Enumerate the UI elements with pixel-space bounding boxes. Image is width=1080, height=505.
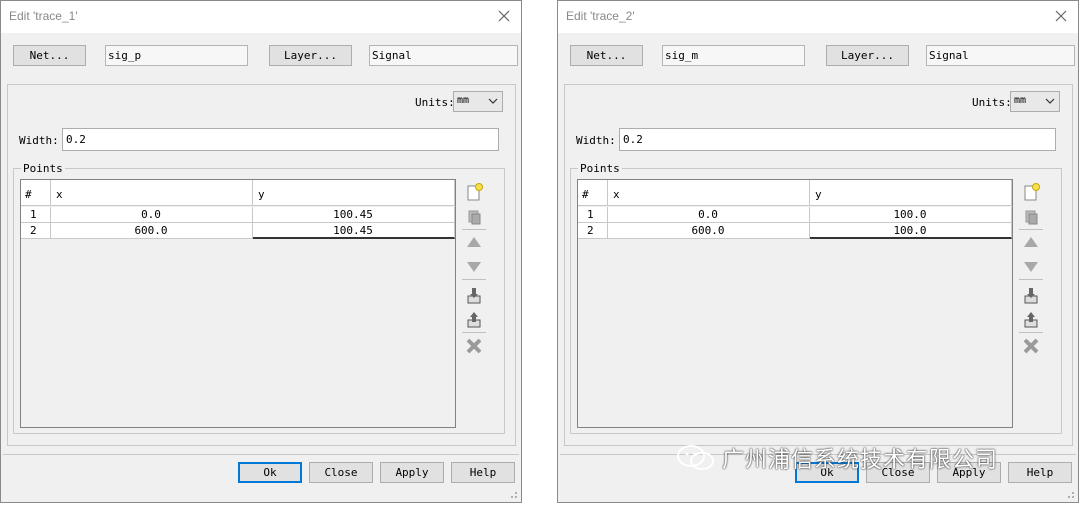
layer-field: Signal [369, 45, 518, 66]
net-field: sig_m [662, 45, 805, 66]
col-num-label: # [25, 188, 32, 201]
export-icon[interactable] [462, 308, 486, 332]
header-cell-num[interactable]: # [578, 180, 608, 206]
layer-field: Signal [926, 45, 1075, 66]
net-field: sig_p [105, 45, 248, 66]
resize-grip-icon[interactable] [1065, 489, 1075, 499]
toolbar-separator [462, 332, 486, 333]
layer-button[interactable]: Layer... [826, 45, 909, 66]
delete-icon[interactable] [462, 334, 486, 358]
row-num: 2 [30, 224, 37, 237]
width-input[interactable]: 0.2 [62, 128, 499, 151]
copy-icon[interactable] [1019, 205, 1043, 229]
import-icon[interactable] [462, 284, 486, 308]
close-button[interactable]: Close [309, 462, 373, 483]
units-value: mm [1014, 95, 1027, 106]
col-x-label: x [613, 188, 620, 201]
table-row[interactable]: 2 600.0 100.0 [578, 223, 1012, 239]
toolbar-separator [1019, 229, 1043, 230]
import-icon[interactable] [1019, 284, 1043, 308]
edit-trace-dialog-1: Edit 'trace_1' Net... sig_p Layer... Sig… [0, 0, 522, 503]
units-value: mm [457, 95, 470, 106]
grid-header: # x y [578, 180, 1012, 206]
down-arrow-icon[interactable] [1019, 254, 1043, 278]
net-button[interactable]: Net... [13, 45, 86, 66]
points-grid[interactable]: # x y 1 0.0 100.0 2 600.0 100.0 [577, 179, 1013, 428]
apply-button[interactable]: Apply [380, 462, 444, 483]
col-x-label: x [56, 188, 63, 201]
new-icon[interactable] [1019, 181, 1043, 205]
delete-icon[interactable] [1019, 334, 1043, 358]
table-row[interactable]: 1 0.0 100.0 [578, 207, 1012, 223]
grid-header: # x y [21, 180, 455, 206]
net-button[interactable]: Net... [570, 45, 643, 66]
row-x-value[interactable]: 600.0 [608, 224, 808, 237]
toolbar-separator [1019, 332, 1043, 333]
points-label: Points [578, 162, 622, 175]
close-icon[interactable] [1054, 9, 1068, 23]
row-y-value[interactable]: 100.45 [253, 208, 453, 221]
row-x-value[interactable]: 0.0 [608, 208, 808, 221]
down-arrow-icon[interactable] [462, 254, 486, 278]
row-y-value[interactable]: 100.0 [810, 224, 1010, 237]
dialog-title: Edit 'trace_1' [9, 9, 78, 23]
header-cell-num[interactable]: # [21, 180, 51, 206]
table-row[interactable]: 1 0.0 100.45 [21, 207, 455, 223]
resize-grip-icon[interactable] [508, 489, 518, 499]
width-label: Width: [19, 134, 59, 147]
units-select[interactable]: mm [1010, 91, 1060, 112]
title-bar: Edit 'trace_2' [558, 1, 1078, 33]
table-row[interactable]: 2 600.0 100.45 [21, 223, 455, 239]
width-label: Width: [576, 134, 616, 147]
toolbar-separator [462, 279, 486, 280]
width-input[interactable]: 0.2 [619, 128, 1056, 151]
chevron-down-icon [1045, 98, 1055, 104]
export-icon[interactable] [1019, 308, 1043, 332]
header-cell-y[interactable]: y [253, 180, 455, 206]
row-num: 1 [30, 208, 37, 221]
points-label: Points [21, 162, 65, 175]
help-button[interactable]: Help [451, 462, 515, 483]
header-cell-x[interactable]: x [608, 180, 810, 206]
ok-button[interactable]: Ok [238, 462, 302, 483]
col-num-label: # [582, 188, 589, 201]
points-grid[interactable]: # x y 1 0.0 100.45 2 600.0 100.45 [20, 179, 456, 428]
row-y-value[interactable]: 100.45 [253, 224, 453, 237]
row-num: 2 [587, 224, 594, 237]
up-arrow-icon[interactable] [1019, 231, 1043, 255]
toolbar-separator [1019, 279, 1043, 280]
col-y-label: y [815, 188, 822, 201]
up-arrow-icon[interactable] [462, 231, 486, 255]
header-cell-x[interactable]: x [51, 180, 253, 206]
row-num: 1 [587, 208, 594, 221]
dialog-title: Edit 'trace_2' [566, 9, 635, 23]
header-cell-y[interactable]: y [810, 180, 1012, 206]
close-icon[interactable] [497, 9, 511, 23]
title-bar: Edit 'trace_1' [1, 1, 521, 33]
units-label: Units: [972, 96, 1012, 109]
copy-icon[interactable] [462, 205, 486, 229]
wechat-icon [677, 445, 714, 470]
row-x-value[interactable]: 0.0 [51, 208, 251, 221]
units-label: Units: [415, 96, 455, 109]
row-x-value[interactable]: 600.0 [51, 224, 251, 237]
edit-trace-dialog-2: Edit 'trace_2' Net... sig_m Layer... Sig… [557, 0, 1079, 503]
toolbar-separator [462, 229, 486, 230]
watermark-text: 广州浦信系统技术有限公司 [722, 448, 999, 473]
new-icon[interactable] [462, 181, 486, 205]
units-select[interactable]: mm [453, 91, 503, 112]
col-y-label: y [258, 188, 265, 201]
help-button[interactable]: Help [1008, 462, 1072, 483]
row-y-value[interactable]: 100.0 [810, 208, 1010, 221]
chevron-down-icon [488, 98, 498, 104]
layer-button[interactable]: Layer... [269, 45, 352, 66]
